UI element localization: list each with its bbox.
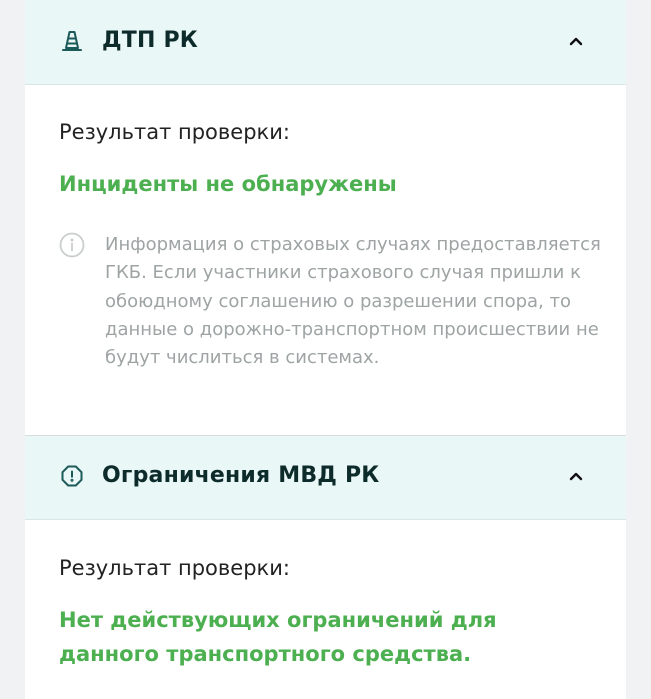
section-title: ДТП РК: [102, 28, 198, 53]
result-value: Нет действующих ограничений для данного …: [59, 608, 497, 666]
result-value: Инциденты не обнаружены: [59, 172, 397, 196]
chevron-up-icon[interactable]: [566, 466, 586, 486]
section-title: Ограничения МВД РК: [102, 463, 380, 488]
chevron-up-icon[interactable]: [566, 31, 586, 51]
alert-octagon-icon: [60, 464, 84, 488]
result-label: Результат проверки:: [59, 120, 290, 144]
info-text: Информация о страховых случаях предостав…: [105, 234, 601, 369]
info-icon: [59, 232, 85, 258]
section-header-dtp[interactable]: ДТП РК: [25, 0, 626, 85]
check-results-panel: ДТП РК Результат проверки: Инциденты не …: [25, 0, 626, 699]
result-label: Результат проверки:: [59, 556, 290, 580]
traffic-cone-icon: [60, 29, 84, 53]
